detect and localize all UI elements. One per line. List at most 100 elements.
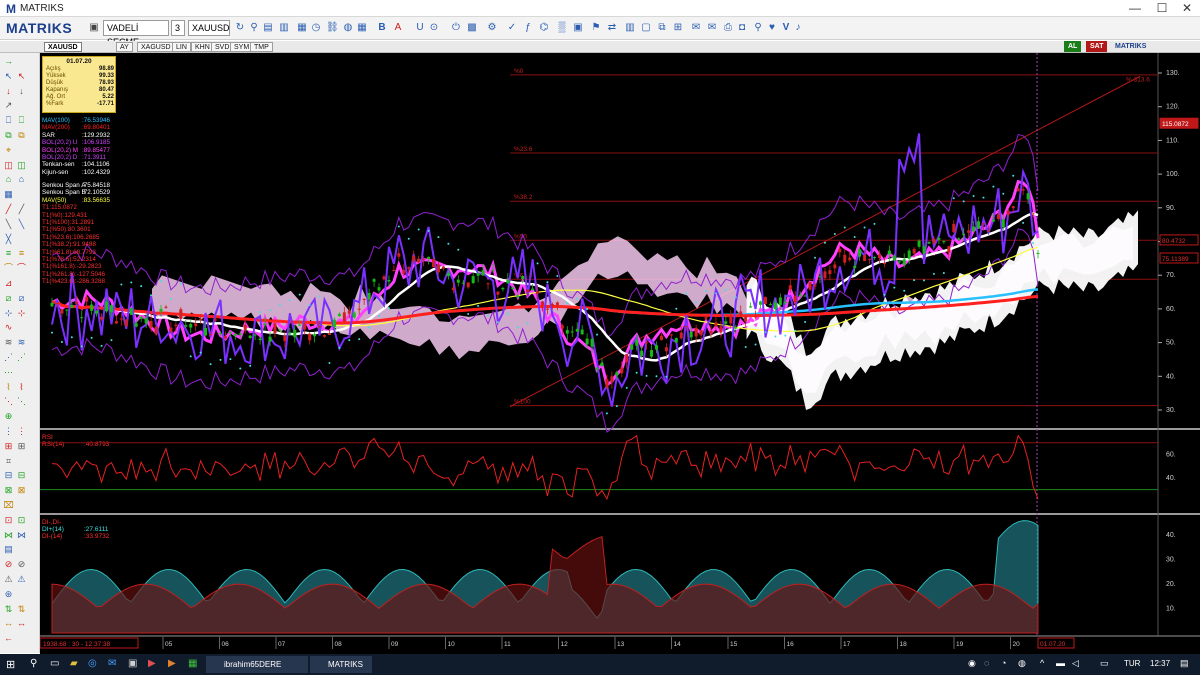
symbol-select[interactable]: XAUUSD <box>188 20 230 36</box>
drawing-tool-icon[interactable]: ⚠ <box>3 574 14 585</box>
drawing-tool-icon[interactable]: ⊛ <box>3 589 14 600</box>
layout-icon[interactable]: ▥ <box>624 21 636 34</box>
close-button[interactable]: ✕ <box>1172 1 1200 16</box>
tile-icon[interactable]: ⊞ <box>672 21 684 34</box>
tray-chrome-icon[interactable]: ◍ <box>1018 658 1026 669</box>
drawing-tool-icon[interactable]: ≡ <box>16 248 27 259</box>
like-icon[interactable]: ♥ <box>766 21 778 34</box>
drawing-tool-icon[interactable]: ⊹ <box>16 308 27 319</box>
folder-icon[interactable]: ▰ <box>70 658 78 669</box>
refresh-icon[interactable]: ↻ <box>234 21 246 34</box>
news-icon[interactable]: ▩ <box>466 21 478 34</box>
drawing-tool-icon[interactable]: ≋ <box>16 337 27 348</box>
verified-icon[interactable]: V <box>780 21 792 34</box>
drawing-tool-icon[interactable]: ≡ <box>3 248 14 259</box>
bold-icon[interactable]: B <box>376 21 388 34</box>
drawing-tool-icon[interactable]: ⊘ <box>3 559 14 570</box>
wifi-icon[interactable]: ◔ <box>1001 658 1006 668</box>
drawing-tool-icon[interactable]: ↗ <box>3 100 14 111</box>
search-icon[interactable]: ⚲ <box>248 21 260 34</box>
vadeli-select[interactable]: VADELİ SEÇME <box>103 20 169 47</box>
drawing-tool-icon[interactable]: ⌇ <box>3 382 14 393</box>
drawing-tool-icon[interactable]: ⊟ <box>3 470 14 481</box>
formula-icon[interactable]: ƒ <box>522 21 534 34</box>
drawing-tool-icon[interactable]: ╲ <box>3 219 14 230</box>
notification-icon[interactable]: ▤ <box>1180 658 1189 669</box>
mail-icon[interactable]: ✉ <box>108 658 116 669</box>
camera-icon[interactable]: ◘ <box>736 21 748 34</box>
chart-symbol[interactable]: XAUUSD <box>44 42 82 52</box>
bell-icon[interactable]: ♪ <box>792 21 804 34</box>
drawing-tool-icon[interactable]: ⌂ <box>3 174 14 185</box>
indicator-icon[interactable]: ▒ <box>556 21 568 34</box>
drawing-tool-icon[interactable]: ↖ <box>3 71 14 82</box>
drawing-tool-icon[interactable]: ⋈ <box>16 530 27 541</box>
globe-icon[interactable]: ◍ <box>342 21 354 34</box>
keyboard-icon[interactable]: ▭ <box>1100 658 1109 669</box>
store-icon[interactable]: ▣ <box>128 658 137 669</box>
drawing-tool-icon[interactable]: ⋮ <box>3 426 14 437</box>
chart-icon[interactable]: ▤ <box>262 21 274 34</box>
language-indicator[interactable]: TUR <box>1124 659 1140 668</box>
drawing-tool-icon[interactable]: ╱ <box>16 204 27 215</box>
app-icon[interactable]: ▶ <box>148 658 156 669</box>
tray-icon[interactable]: ◌ <box>984 658 989 668</box>
mail-open-icon[interactable]: ✉ <box>706 21 718 34</box>
taskview-icon[interactable]: ▭ <box>50 658 59 669</box>
minimize-button[interactable]: — <box>1120 1 1150 16</box>
drawing-tool-icon[interactable]: ⌒ <box>3 263 14 274</box>
cascade-icon[interactable]: ⧉ <box>656 21 668 34</box>
drawing-tool-icon[interactable]: ⊞ <box>16 441 27 452</box>
drawing-tool-icon[interactable]: ⌇ <box>16 382 27 393</box>
drawing-tool-icon[interactable]: ↖ <box>16 71 27 82</box>
drawing-tool-icon[interactable]: ↔ <box>3 618 14 629</box>
drawing-tool-icon[interactable]: → <box>3 56 14 67</box>
scan-icon[interactable]: ⌬ <box>538 21 550 34</box>
drawing-tool-icon[interactable]: ⊕ <box>3 411 14 422</box>
tab-ay[interactable]: AY <box>116 42 133 52</box>
drawing-tool-icon[interactable]: ∿ <box>3 322 14 333</box>
drawing-tool-icon[interactable]: ⧄ <box>3 293 14 304</box>
analysis-icon[interactable]: ✓ <box>506 21 518 34</box>
drawing-tool-icon[interactable]: ⧉ <box>16 130 27 141</box>
search-icon[interactable]: ⚲ <box>30 658 37 669</box>
clock-icon[interactable]: ◷ <box>310 21 322 34</box>
drawing-tool-icon[interactable]: ⊠ <box>16 485 27 496</box>
underline-icon[interactable]: U <box>414 21 426 34</box>
drawing-tool-icon[interactable]: ⋰ <box>16 352 27 363</box>
drawing-tool-icon[interactable]: ⇅ <box>3 604 14 615</box>
drawing-tool-icon[interactable]: ⎕ <box>3 115 14 126</box>
drawing-tool-icon[interactable]: ⊠ <box>3 485 14 496</box>
drawing-tool-icon[interactable]: ⎕ <box>16 115 27 126</box>
chart-area[interactable]: 130.120.110.100.90.80.70.60.50.40.30.%0%… <box>40 53 1200 654</box>
chevron-up-icon[interactable]: ^ <box>1040 658 1044 668</box>
bar-chart-icon[interactable]: ▥ <box>278 21 290 34</box>
drawing-tool-icon[interactable]: ⊡ <box>3 515 14 526</box>
save-icon[interactable]: ▣ <box>88 21 100 34</box>
excel-icon[interactable]: ▦ <box>188 658 197 669</box>
taskbar-matriks[interactable]: MATRIKS <box>310 656 372 673</box>
settings-icon[interactable]: ⚙ <box>486 21 498 34</box>
mail-icon[interactable]: ✉ <box>690 21 702 34</box>
layout-select[interactable]: 3 <box>171 20 185 36</box>
drawing-tool-icon[interactable]: ▦ <box>3 189 14 200</box>
drawing-tool-icon[interactable]: ╲ <box>16 219 27 230</box>
compare-icon[interactable]: ⇄ <box>606 21 618 34</box>
media-icon[interactable]: ▶ <box>168 658 176 669</box>
tab-tmp[interactable]: TMP <box>250 42 273 52</box>
drawing-tool-icon[interactable]: ⧉ <box>3 130 14 141</box>
drawing-tool-icon[interactable]: ⋮ <box>16 426 27 437</box>
windows-start-icon[interactable]: ⊞ <box>6 658 15 671</box>
drawing-tool-icon[interactable]: ↔ <box>16 618 27 629</box>
drawing-tool-icon[interactable]: ⋯ <box>3 367 14 378</box>
tab-xagusd[interactable]: XAGUSD <box>137 42 175 52</box>
drawing-tool-icon[interactable]: ⊘ <box>16 559 27 570</box>
drawing-tool-icon[interactable]: ⧄ <box>16 293 27 304</box>
sell-button[interactable]: SAT <box>1086 41 1108 52</box>
portfolio-icon[interactable]: ▣ <box>572 21 584 34</box>
volume-icon[interactable]: ◁ <box>1072 658 1079 669</box>
edge-icon[interactable]: ◎ <box>88 658 97 669</box>
drawing-tool-icon[interactable]: ⋈ <box>3 530 14 541</box>
buy-button[interactable]: AL <box>1064 41 1082 52</box>
power-icon[interactable]: ⏻ <box>450 21 462 34</box>
